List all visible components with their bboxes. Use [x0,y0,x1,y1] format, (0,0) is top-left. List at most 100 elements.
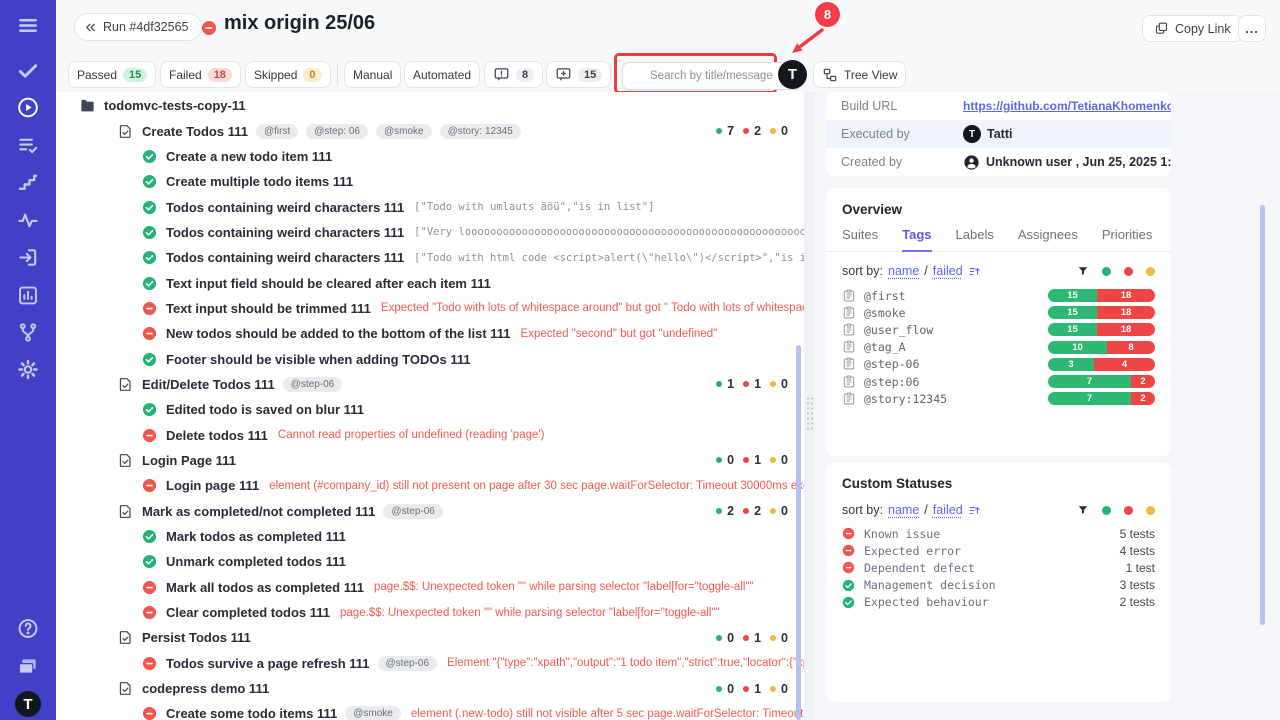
sidebar-analytics-icon[interactable] [17,284,40,307]
skipped-filter-dot[interactable] [1146,506,1155,515]
status-filter-icons [1077,504,1155,516]
test-row[interactable]: Edited todo is saved on blur 111 [56,397,814,422]
comments-filter-chip[interactable]: 8 [484,61,543,88]
overview-title: Overview [826,188,1171,217]
passed-filter-dot[interactable] [1102,267,1111,276]
filter-manual-chip[interactable]: Manual [344,61,401,88]
failed-filter-dot[interactable] [1124,506,1133,515]
tag-bar: 72 [1048,375,1155,388]
attachments-filter-chip[interactable]: 15 [546,61,611,88]
tag-stat-row[interactable]: @user_flow1518 [826,321,1171,338]
passed-dot [716,508,722,514]
test-row[interactable]: Create some todo items 111@smokeelement … [56,701,814,720]
test-row[interactable]: Create multiple todo items 111 [56,169,814,194]
sidebar-account-logo[interactable]: T [15,691,41,717]
tag-stat-row[interactable]: @step:06 72 [826,373,1171,390]
test-row[interactable]: Delete todos 111Cannot read properties o… [56,422,814,447]
folder-icon [80,98,95,113]
build-url-link[interactable]: https://github.com/TetianaKhomenko/Load-… [963,99,1171,113]
sidebar-settings-icon[interactable] [17,358,40,381]
test-row[interactable]: Todos containing weird characters 111["T… [56,245,814,270]
user-avatar[interactable]: T [778,60,807,89]
passed-filter-dot[interactable] [1102,506,1111,515]
sidebar-pulse-icon[interactable] [17,209,40,232]
row-label: Text input should be trimmed 111 [166,301,371,316]
test-row[interactable]: Todos containing weird characters 111["T… [56,194,814,219]
sidebar-steps-icon[interactable] [17,171,40,194]
skipped-count: 0 [770,682,788,696]
tag-stat-row[interactable]: @smoke1518 [826,304,1171,321]
tab-tags[interactable]: Tags [902,227,931,252]
tab-assignees[interactable]: Assignees [1018,227,1078,251]
sort-name-link[interactable]: name [888,264,919,278]
copy-link-button[interactable]: Copy Link [1142,15,1243,42]
sort-failed-link[interactable]: failed [933,503,963,517]
search-input[interactable] [622,62,801,90]
suite-row[interactable]: Login Page 111010 [56,448,814,473]
tag-stat-row[interactable]: @tag_A108 [826,339,1171,356]
tree-scrollbar[interactable] [796,345,801,720]
sidebar-tests-icon[interactable] [17,59,40,82]
sidebar-projects-icon[interactable] [17,655,40,678]
sidebar-menu-icon[interactable] [17,14,40,37]
test-row[interactable]: Todos containing weird characters 111["V… [56,220,814,245]
test-row[interactable]: Todos survive a page refresh 111@step-06… [56,651,814,676]
custom-status-row[interactable]: Expected error4 tests [826,542,1171,559]
tag-name: @step:06 [864,375,919,389]
sort-name-link[interactable]: name [888,503,919,517]
skipped-filter-dot[interactable] [1146,267,1155,276]
custom-status-row[interactable]: Expected behaviour2 tests [826,594,1171,611]
row-label: codepress demo 111 [142,681,269,696]
failed-filter-dot[interactable] [1124,267,1133,276]
row-label: Text input field should be cleared after… [166,276,491,291]
test-row[interactable]: Text input field should be cleared after… [56,270,814,295]
suite-row[interactable]: Create Todos 111@first@step: 06@smoke@st… [56,118,814,143]
test-row[interactable]: Mark all todos as completed 111page.$$: … [56,575,814,600]
panel-resizer[interactable] [804,92,815,720]
test-row[interactable]: Footer should be visible when adding TOD… [56,346,814,371]
app-window: T Run #4df32565 mix origin 25/06 Copy Li… [0,0,1280,720]
sidebar-runs-icon[interactable] [17,96,40,119]
sidebar-branches-icon[interactable] [17,321,40,344]
tag-stat-row[interactable]: @story:1234572 [826,390,1171,407]
tab-labels[interactable]: Labels [956,227,994,251]
filter-automated-chip[interactable]: Automated [404,61,480,88]
test-row[interactable]: Unmark completed todos 111 [56,549,814,574]
filter-skipped-chip[interactable]: Skipped 0 [245,61,331,88]
suite-row[interactable]: Mark as completed/not completed 111@step… [56,499,814,524]
more-actions-button[interactable]: ... [1238,15,1266,42]
panel-scrollbar[interactable] [1260,205,1265,625]
sidebar-import-icon[interactable] [17,246,40,269]
row-label: Mark as completed/not completed 111 [142,504,375,519]
test-row[interactable]: Create a new todo item 111 [56,144,814,169]
tree-view-button[interactable]: Tree View [813,61,906,88]
sort-failed-link[interactable]: failed [933,264,963,278]
info-label: Build URL [826,99,963,113]
passed-icon [142,276,157,291]
tree-folder-row[interactable]: todomvc-tests-copy-11 [56,93,814,118]
custom-status-row[interactable]: Dependent defect1 test [826,559,1171,576]
test-row[interactable]: Mark todos as completed 111 [56,524,814,549]
count-value: 0 [781,453,788,467]
tag-icon [842,375,856,389]
filter-icon [1077,504,1089,516]
custom-status-row[interactable]: Known issue5 tests [826,525,1171,542]
sidebar-test-plans-icon[interactable] [17,134,40,157]
test-row[interactable]: New todos should be added to the bottom … [56,321,814,346]
test-row[interactable]: Clear completed todos 111page.$$: Unexpe… [56,600,814,625]
suite-row[interactable]: Edit/Delete Todos 111@step-06110 [56,372,814,397]
custom-status-row[interactable]: Management decision3 tests [826,577,1171,594]
tag-stat-row[interactable]: @step-0634 [826,356,1171,373]
suite-row[interactable]: codepress demo 111010 [56,676,814,701]
sidebar-help-icon[interactable] [17,617,40,640]
suite-row[interactable]: Persist Todos 111010 [56,625,814,650]
back-to-runs-button[interactable]: Run #4df32565 [74,13,202,41]
tab-priorities[interactable]: Priorities [1102,227,1153,251]
filter-failed-chip[interactable]: Failed 18 [160,61,241,88]
test-row[interactable]: Login page 111element (#company_id) stil… [56,473,814,498]
tab-suites[interactable]: Suites [842,227,878,251]
filter-icon [1077,265,1089,277]
test-row[interactable]: Text input should be trimmed 111Expected… [56,296,814,321]
tag-stat-row[interactable]: @first1518 [826,287,1171,304]
filter-passed-chip[interactable]: Passed 15 [68,61,156,88]
